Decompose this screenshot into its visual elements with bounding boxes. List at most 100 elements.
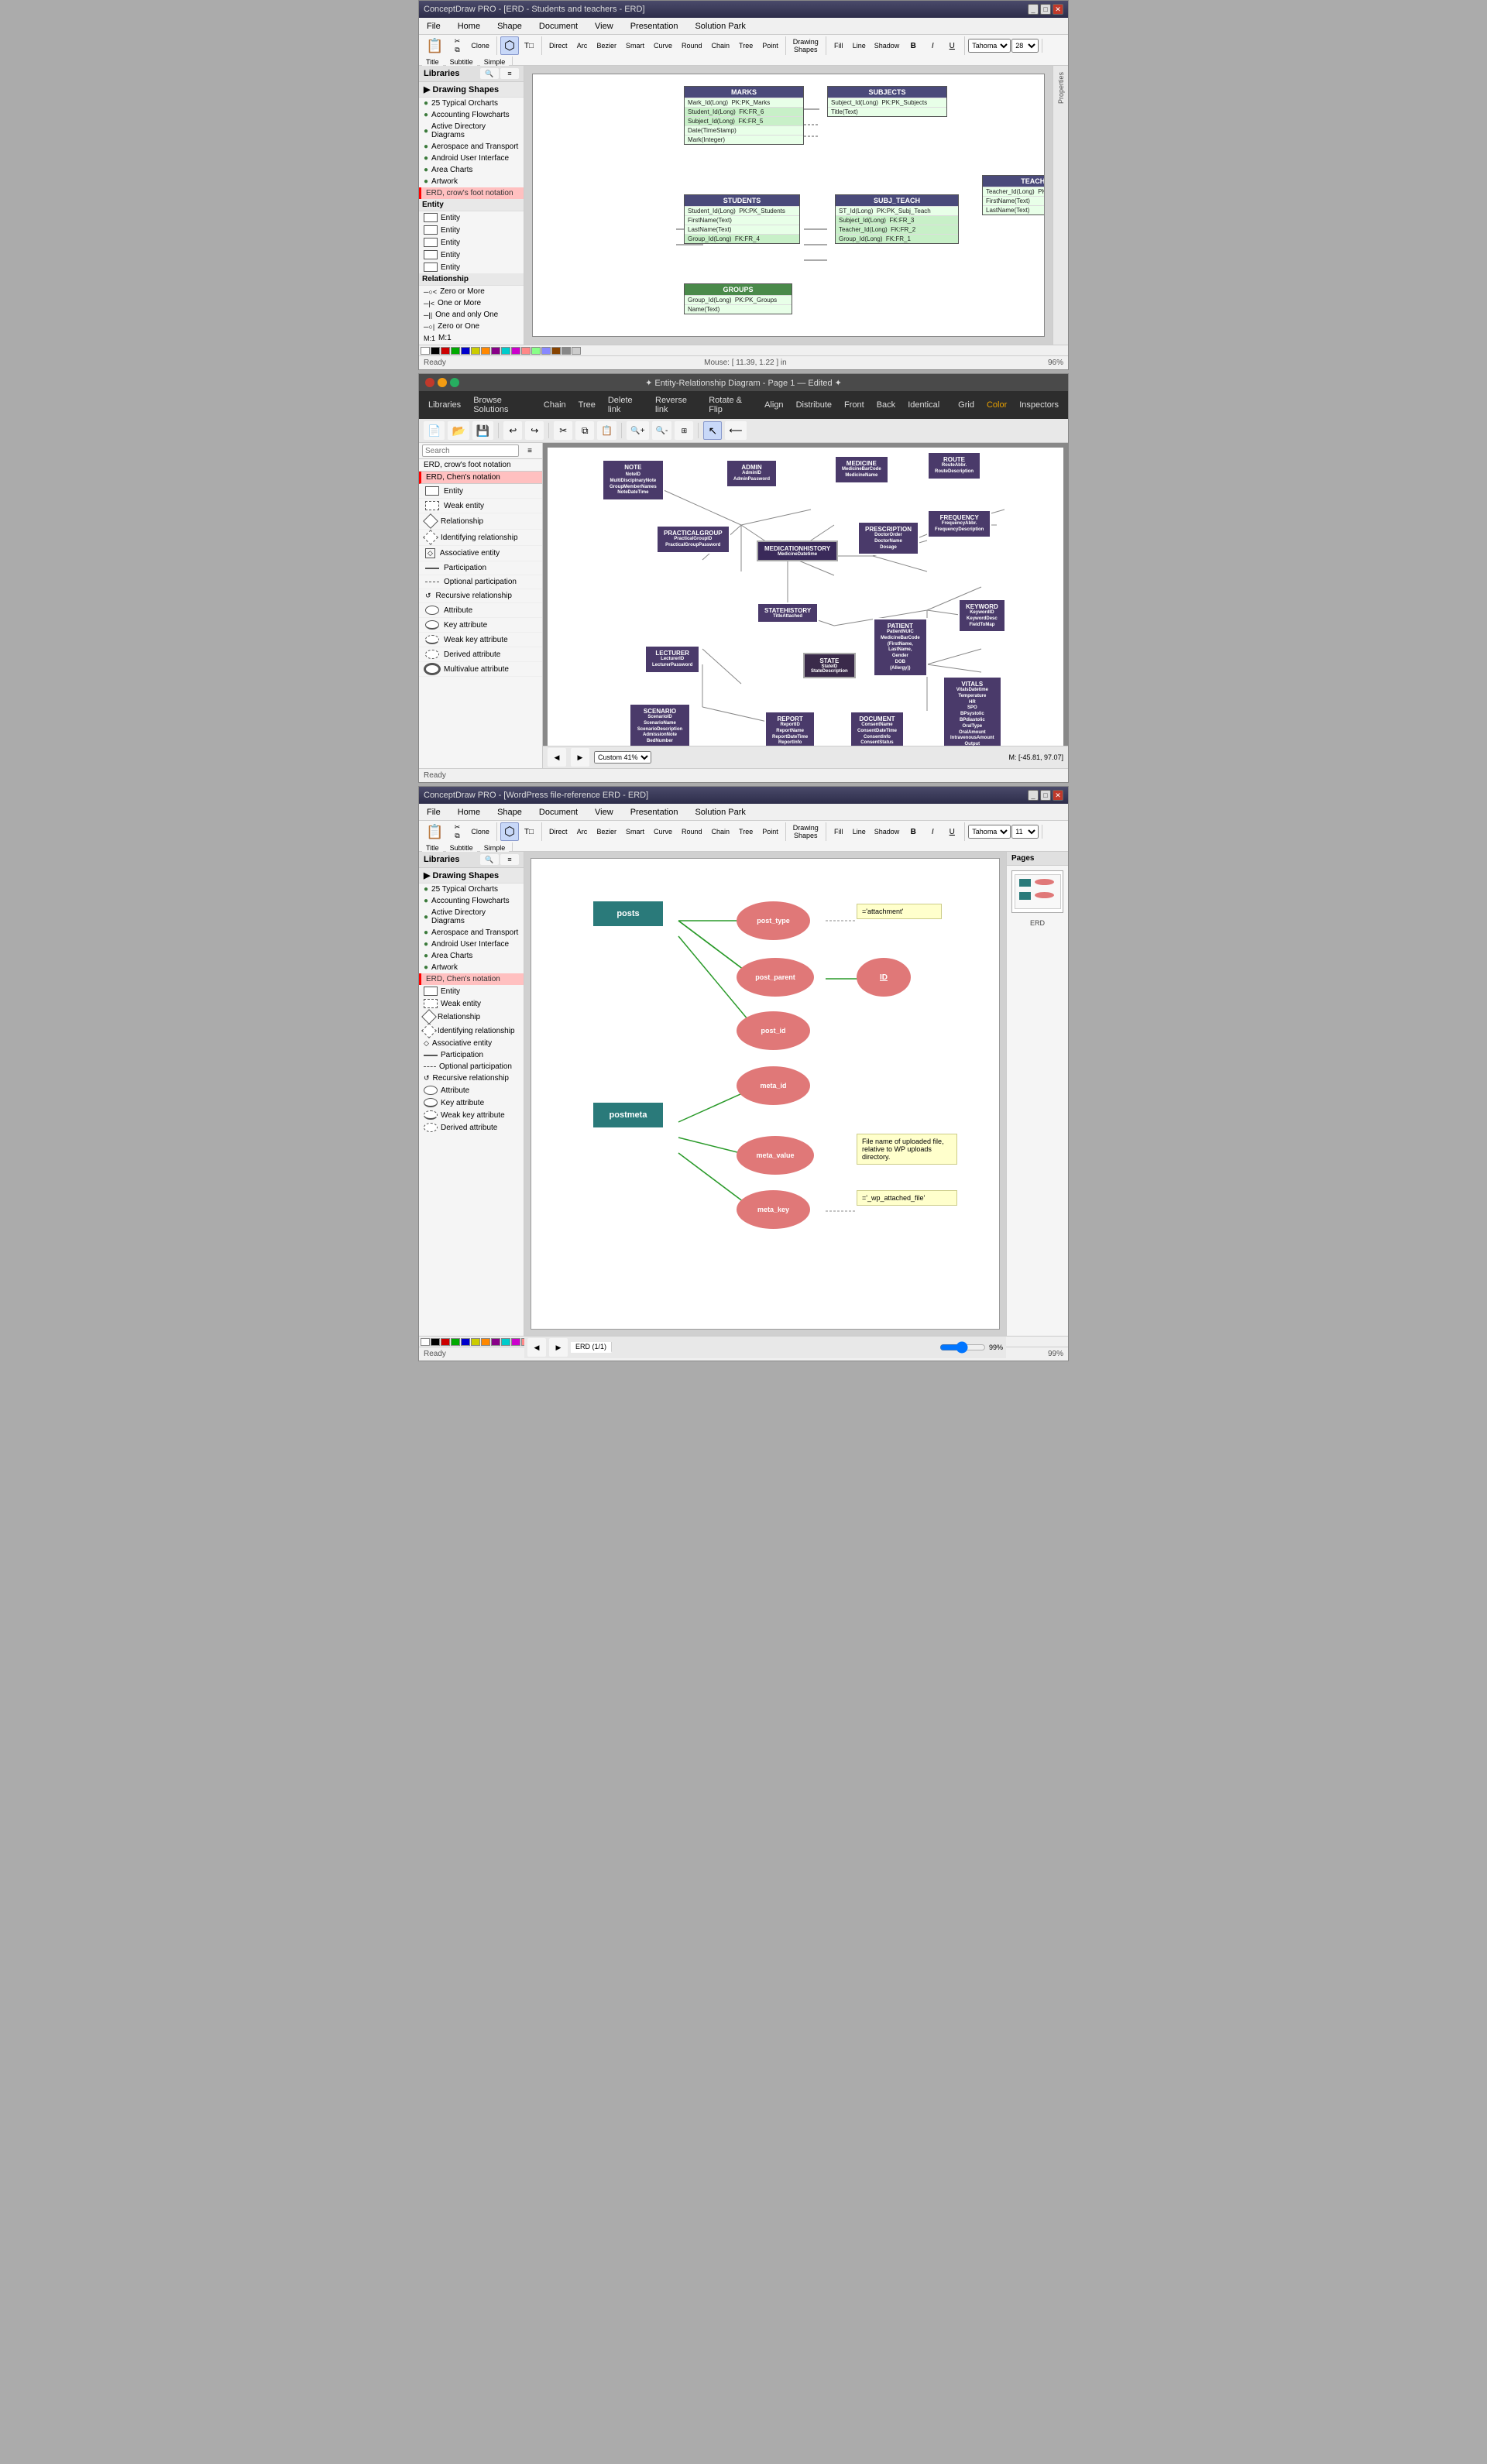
fill-btn[interactable]: Fill: [829, 36, 848, 55]
tb2-save[interactable]: 💾: [472, 421, 493, 440]
tb2-color[interactable]: Color: [984, 399, 1010, 411]
lib-android-3[interactable]: ● Android User Interface: [419, 939, 524, 950]
relationship-section[interactable]: Relationship: [419, 273, 524, 286]
color3-green[interactable]: [451, 1338, 460, 1346]
menu-shape-3[interactable]: Shape: [493, 806, 527, 818]
line-style-btn[interactable]: Line: [849, 36, 870, 55]
tb2-browse[interactable]: Browse Solutions: [470, 394, 534, 416]
copy-btn[interactable]: ⧉: [448, 46, 466, 54]
color-green[interactable]: [451, 347, 460, 355]
tb2-connect[interactable]: ⟵: [725, 421, 746, 440]
lib-search-btn[interactable]: 🔍: [480, 68, 499, 79]
menu-presentation-1[interactable]: Presentation: [626, 20, 683, 33]
color3-red[interactable]: [441, 1338, 450, 1346]
color3-magenta[interactable]: [511, 1338, 520, 1346]
tb2-delete-link[interactable]: Delete link: [605, 394, 646, 416]
chen3-attr[interactable]: Attribute: [419, 1084, 524, 1096]
entity-item-5[interactable]: Entity: [419, 261, 524, 273]
maximize-btn-1[interactable]: □: [1040, 4, 1051, 15]
chen3-part[interactable]: Participation: [419, 1049, 524, 1061]
line-style-btn-3[interactable]: Line: [849, 822, 870, 841]
libs2-chen-item[interactable]: ERD, Chen's notation: [419, 472, 542, 484]
page-prev-2[interactable]: ◀: [548, 748, 566, 767]
font-select-1[interactable]: Tahoma: [968, 39, 1011, 53]
direct-btn[interactable]: Direct: [545, 36, 572, 55]
tb2-front[interactable]: Front: [841, 399, 867, 411]
color-yellow[interactable]: [471, 347, 480, 355]
clone-btn[interactable]: Clone: [467, 36, 493, 55]
drawing-shapes-section[interactable]: ▶ Drawing Shapes: [419, 82, 524, 98]
chen3-derived[interactable]: Derived attribute: [419, 1121, 524, 1134]
tb2-tree[interactable]: Tree: [575, 399, 599, 411]
color-white[interactable]: [421, 347, 430, 355]
chen3-entity[interactable]: Entity: [419, 985, 524, 997]
select-btn[interactable]: ⬡: [500, 36, 519, 55]
menu-view-3[interactable]: View: [590, 806, 618, 818]
erd-tab-3[interactable]: ERD (1/1): [571, 1342, 612, 1353]
drawing-shapes-btn-3[interactable]: DrawingShapes: [789, 822, 822, 841]
tb2-fit[interactable]: ⊞: [675, 421, 693, 440]
curve-btn[interactable]: Curve: [650, 36, 676, 55]
drawing-shapes-section-3[interactable]: ▶ Drawing Shapes: [419, 868, 524, 884]
bezier-btn-3[interactable]: Bezier: [592, 822, 620, 841]
tb2-redo[interactable]: ↪: [525, 421, 544, 440]
chen3-weak-key[interactable]: Weak key attribute: [419, 1109, 524, 1121]
menu-shape-1[interactable]: Shape: [493, 20, 527, 33]
tb2-grid[interactable]: Grid: [955, 399, 977, 411]
zoom-select-2[interactable]: Custom 41%: [594, 751, 651, 764]
tb2-select2[interactable]: ↖: [703, 421, 722, 440]
lib-aerospace-3[interactable]: ● Aerospace and Transport: [419, 927, 524, 939]
lib-artwork[interactable]: ● Artwork: [419, 176, 524, 187]
entity-item-4[interactable]: Entity: [419, 249, 524, 261]
chen-weak-key-item[interactable]: Weak key attribute: [419, 633, 542, 647]
menu-file-1[interactable]: File: [422, 20, 445, 33]
rel-m1-2[interactable]: M:1 M:1: [419, 344, 524, 345]
chen3-opt-part[interactable]: Optional participation: [419, 1061, 524, 1072]
lib-orcharts[interactable]: ● 25 Typical Orcharts: [419, 98, 524, 109]
libs2-search-input[interactable]: [422, 444, 519, 457]
mac-max-btn[interactable]: [450, 378, 459, 387]
lib-aerospace[interactable]: ● Aerospace and Transport: [419, 141, 524, 153]
italic-btn-3[interactable]: I: [923, 822, 942, 841]
smart-btn[interactable]: Smart: [622, 36, 648, 55]
drawing-shapes-btn[interactable]: DrawingShapes: [789, 36, 822, 55]
font-select-3[interactable]: Tahoma: [968, 825, 1011, 839]
chen-entity-item[interactable]: Entity: [419, 484, 542, 499]
rel-zero-one[interactable]: ─○| Zero or One: [419, 321, 524, 332]
rel-m1-1[interactable]: M:1 M:1: [419, 332, 524, 344]
paste-btn[interactable]: 📋: [422, 36, 447, 55]
menu-presentation-3[interactable]: Presentation: [626, 806, 683, 818]
tb2-libraries[interactable]: Libraries: [425, 399, 464, 411]
shadow-btn-3[interactable]: Shadow: [871, 822, 904, 841]
color-lime[interactable]: [531, 347, 541, 355]
entity-section[interactable]: Entity: [419, 199, 524, 211]
chen-derived-attr-item[interactable]: Derived attribute: [419, 647, 542, 662]
tb2-paste[interactable]: 📋: [597, 421, 616, 440]
textbox-btn-3[interactable]: T□: [520, 822, 538, 841]
close-btn-1[interactable]: ✕: [1053, 4, 1063, 15]
entity-item-1[interactable]: Entity: [419, 211, 524, 224]
tree-btn[interactable]: Tree: [735, 36, 757, 55]
curve-btn-3[interactable]: Curve: [650, 822, 676, 841]
maximize-btn-3[interactable]: □: [1040, 790, 1051, 801]
color3-blue[interactable]: [461, 1338, 470, 1346]
chen-participation-item[interactable]: Participation: [419, 561, 542, 575]
arc-btn-3[interactable]: Arc: [572, 822, 591, 841]
lib-area-3[interactable]: ● Area Charts: [419, 950, 524, 962]
color-red[interactable]: [441, 347, 450, 355]
tb2-rotate[interactable]: Rotate & Flip: [706, 394, 755, 416]
color-purple[interactable]: [491, 347, 500, 355]
tb2-new[interactable]: 📄: [424, 421, 445, 440]
lib-area[interactable]: ● Area Charts: [419, 164, 524, 176]
chen-assoc-entity-item[interactable]: ◇ Associative entity: [419, 546, 542, 561]
textbox-btn[interactable]: T□: [520, 36, 538, 55]
direct-btn-3[interactable]: Direct: [545, 822, 572, 841]
page-next-2[interactable]: ▶: [571, 748, 589, 767]
chen3-key-attr[interactable]: Key attribute: [419, 1096, 524, 1109]
properties-tab-1[interactable]: Properties: [1056, 69, 1066, 107]
underline-btn-3[interactable]: U: [943, 822, 961, 841]
fill-btn-3[interactable]: Fill: [829, 822, 848, 841]
bold-btn-1[interactable]: B: [904, 36, 922, 55]
round-btn-3[interactable]: Round: [678, 822, 706, 841]
tb2-copy[interactable]: ⧉: [575, 421, 594, 440]
